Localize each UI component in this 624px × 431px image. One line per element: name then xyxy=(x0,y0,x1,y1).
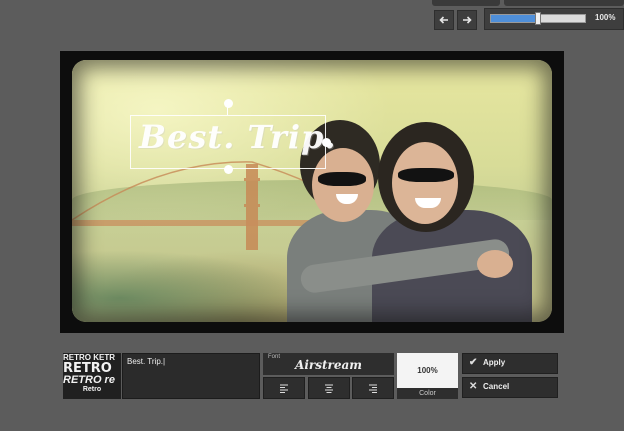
text-overlay[interactable]: Best. Trip. xyxy=(130,115,336,169)
align-center-icon xyxy=(325,384,333,393)
font-preview-line: RETRO re xyxy=(63,374,115,386)
apply-label: Apply xyxy=(483,358,506,367)
zoom-label: 100% xyxy=(595,13,616,22)
x-icon: ✕ xyxy=(469,381,478,392)
text-entry-value: Best. Trip. xyxy=(127,357,164,366)
overlay-text: Best. Trip. xyxy=(139,118,337,156)
zoom-control: 100% xyxy=(484,8,624,30)
photo-canvas[interactable] xyxy=(60,51,564,333)
zoom-slider-fill xyxy=(491,15,538,22)
redo-button[interactable] xyxy=(457,10,477,30)
checkmark-icon: ✔ xyxy=(469,357,478,368)
cancel-label: Cancel xyxy=(483,382,510,391)
align-center-button[interactable] xyxy=(308,377,350,399)
align-right-icon xyxy=(369,384,377,393)
color-swatch[interactable]: 100% xyxy=(397,353,458,388)
font-preview-line: Retro xyxy=(82,386,102,393)
zoom-slider-thumb[interactable] xyxy=(535,12,541,25)
top-tab-left[interactable] xyxy=(432,0,500,6)
align-left-icon xyxy=(280,384,288,393)
photo-image xyxy=(72,60,552,322)
align-left-button[interactable] xyxy=(263,377,305,399)
font-preview-thumbnail[interactable]: RETRO KETR RETRO RETRO re Retro xyxy=(63,353,121,399)
color-label: Color xyxy=(397,388,458,399)
arrow-left-icon xyxy=(439,16,448,24)
resize-handle-bottom[interactable] xyxy=(224,165,233,174)
undo-button[interactable] xyxy=(434,10,454,30)
font-name: Airstream xyxy=(295,358,362,372)
top-tab-right[interactable] xyxy=(504,0,624,6)
font-selector[interactable]: Font Airstream xyxy=(263,353,394,375)
text-entry-field[interactable]: Best. Trip.| xyxy=(122,353,260,399)
align-right-button[interactable] xyxy=(352,377,394,399)
cancel-button[interactable]: ✕ Cancel xyxy=(462,377,558,398)
color-value: 100% xyxy=(417,366,438,375)
apply-button[interactable]: ✔ Apply xyxy=(462,353,558,374)
arrow-right-icon xyxy=(463,16,472,24)
zoom-slider[interactable] xyxy=(490,12,586,25)
resize-handle-right[interactable] xyxy=(322,138,331,147)
rotate-handle[interactable] xyxy=(224,99,233,108)
